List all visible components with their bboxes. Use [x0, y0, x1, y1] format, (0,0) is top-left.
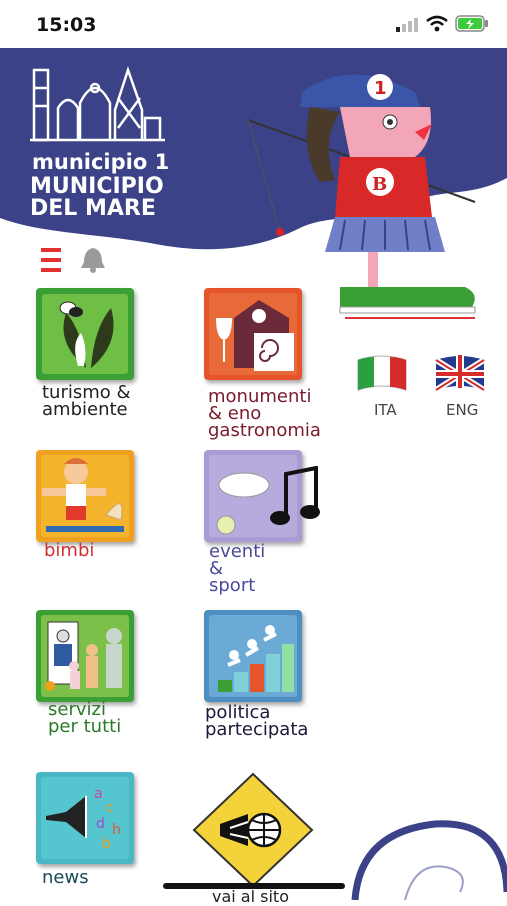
tile-monumenti-enogastronomia[interactable]: monumenti & eno gastronomia — [204, 288, 344, 443]
bimbi-label: bimbi — [44, 540, 95, 561]
eventi-sport-label: eventi & sport — [209, 541, 266, 596]
svg-text:b: b — [102, 836, 111, 852]
monumenti-enogastronomia-label: monumenti & eno gastronomia — [208, 386, 321, 441]
spiral-decoration — [351, 820, 507, 900]
home-indicator[interactable] — [163, 883, 345, 889]
politica-partecipata-label: politica partecipata — [205, 702, 309, 740]
svg-text:h: h — [112, 822, 121, 838]
bimbi-icon — [36, 450, 134, 542]
mascot-illustration: 1 B — [247, 74, 476, 319]
tile-turismo-ambiente[interactable]: turismo & ambiente — [36, 288, 176, 423]
tile-politica-partecipata[interactable]: politica partecipata — [204, 610, 344, 745]
svg-text:d: d — [96, 816, 105, 832]
language-english-label: ENG — [446, 401, 479, 419]
turismo-ambiente-label: turismo & ambiente — [42, 382, 131, 420]
language-italian-label: ITA — [374, 401, 397, 419]
news-label: news — [42, 867, 89, 888]
servizi-per-tutti-label: servizi per tutti — [48, 699, 122, 737]
svg-text:B: B — [372, 174, 387, 195]
tile-bimbi[interactable]: bimbi — [36, 450, 176, 560]
svg-text:c: c — [106, 800, 114, 816]
vai-al-sito-label: vai al sito — [212, 887, 289, 906]
svg-text:1: 1 — [374, 78, 387, 99]
wifi-icon — [426, 15, 448, 32]
monumenti-enogastronomia-icon — [204, 288, 302, 380]
turismo-ambiente-icon — [36, 288, 134, 380]
logo-municipio-name: MUNICIPIO DEL MARE — [30, 174, 164, 221]
language-english[interactable]: ENG — [432, 352, 492, 422]
uk-flag-icon — [434, 355, 486, 393]
servizi-per-tutti-icon — [36, 610, 134, 702]
status-bar: 15:03 — [0, 0, 507, 48]
cellular-signal-icon — [396, 18, 418, 32]
news-icon: a c d h b — [36, 772, 134, 864]
tile-servizi-per-tutti[interactable]: servizi per tutti — [36, 610, 176, 737]
logo-municipio-number: municipio 1 — [32, 150, 170, 174]
politica-partecipata-icon — [204, 610, 302, 702]
bell-icon[interactable] — [80, 246, 106, 274]
website-globe-icon — [192, 772, 314, 888]
menu-icon[interactable] — [41, 247, 61, 273]
language-italian[interactable]: ITA — [354, 352, 414, 422]
battery-charging-icon — [455, 15, 488, 32]
italy-flag-icon — [357, 355, 407, 391]
music-note-icon — [270, 466, 320, 525]
status-time: 15:03 — [36, 14, 97, 36]
tile-eventi-sport[interactable]: eventi & sport — [204, 450, 344, 595]
tile-vai-al-sito[interactable]: vai al sito — [190, 770, 320, 905]
svg-text:a: a — [94, 786, 103, 802]
tile-news[interactable]: a c d h b news — [36, 772, 176, 892]
